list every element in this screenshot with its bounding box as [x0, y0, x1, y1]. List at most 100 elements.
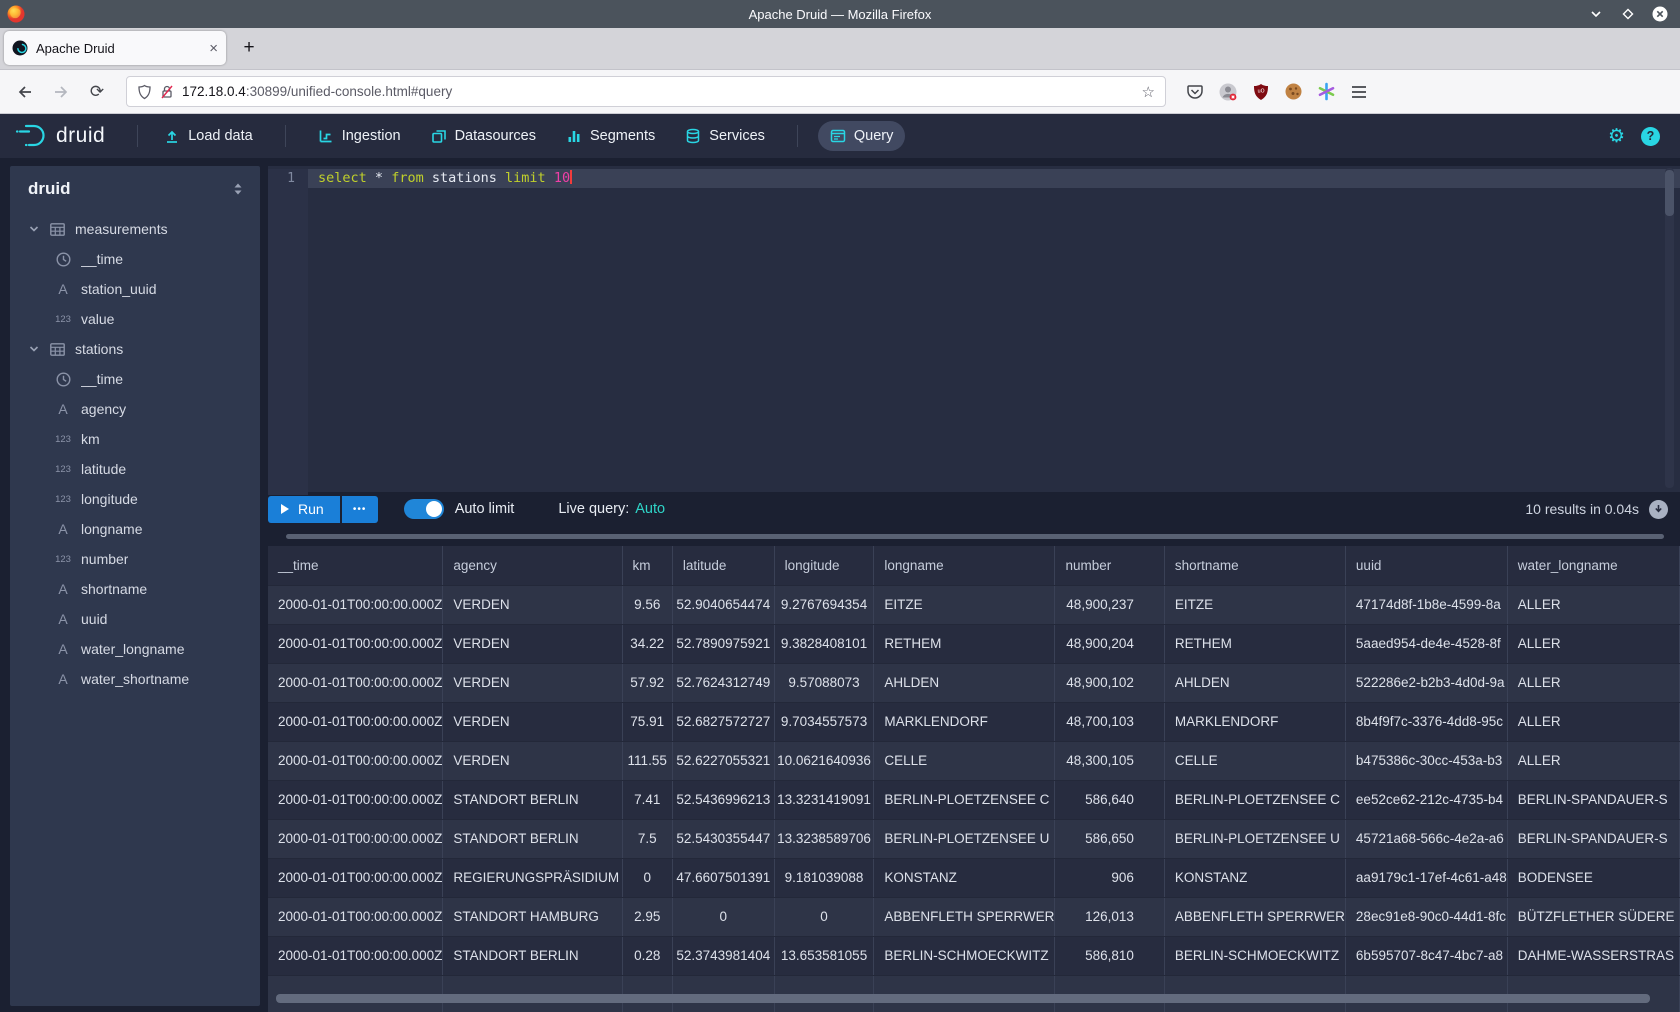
- bookmark-star-icon[interactable]: ☆: [1142, 83, 1155, 101]
- table-cell[interactable]: 111.55: [622, 741, 672, 780]
- table-cell[interactable]: 48,900,204: [1055, 624, 1164, 663]
- back-button[interactable]: [10, 77, 40, 107]
- table-cell[interactable]: 6b595707-8c47-4bc7-a8: [1345, 936, 1507, 975]
- live-query-value[interactable]: Auto: [635, 501, 665, 517]
- table-cell[interactable]: 7.41: [622, 780, 672, 819]
- table-cell[interactable]: 9.3828408101: [774, 624, 874, 663]
- table-cell[interactable]: 48,900,237: [1055, 585, 1164, 624]
- table-cell[interactable]: ABBENFLETH SPERRWER: [1164, 897, 1345, 936]
- table-cell[interactable]: 9.56: [622, 585, 672, 624]
- table-cell[interactable]: 9.2767694354: [774, 585, 874, 624]
- sidebar-field-__time[interactable]: __time: [10, 244, 260, 274]
- table-cell[interactable]: 5aaed954-de4e-4528-8f: [1345, 624, 1507, 663]
- table-cell[interactable]: BERLIN-SPANDAUER-S: [1507, 819, 1679, 858]
- table-cell[interactable]: 34.22: [622, 624, 672, 663]
- table-cell[interactable]: b475386c-30cc-453a-b3: [1345, 741, 1507, 780]
- table-cell[interactable]: 522286e2-b2b3-4d0d-9a: [1345, 663, 1507, 702]
- table-cell[interactable]: KONSTANZ: [874, 858, 1055, 897]
- editor-scrollbar-thumb[interactable]: [1665, 170, 1674, 216]
- window-minimize-button[interactable]: [1588, 6, 1604, 22]
- nav-load-data[interactable]: Load data: [152, 121, 265, 151]
- table-cell[interactable]: 9.7034557573: [774, 702, 874, 741]
- cookie-extension-icon[interactable]: [1284, 82, 1303, 101]
- table-cell[interactable]: BERLIN-SCHMOECKWITZ: [1164, 936, 1345, 975]
- column-header-km[interactable]: km: [622, 546, 672, 585]
- nav-ingestion[interactable]: Ingestion: [306, 121, 413, 151]
- url-text[interactable]: 172.18.0.4:30899/unified-console.html#qu…: [182, 84, 1134, 99]
- results-hscrollbar-thumb[interactable]: [276, 994, 1650, 1003]
- table-cell[interactable]: 10.0621640936: [774, 741, 874, 780]
- settings-gear-icon[interactable]: ⚙: [1608, 125, 1625, 148]
- tab-apache-druid[interactable]: Apache Druid ×: [4, 31, 226, 65]
- table-cell[interactable]: 586,810: [1055, 936, 1164, 975]
- table-cell[interactable]: STANDORT BERLIN: [443, 819, 622, 858]
- table-cell[interactable]: ee52ce62-212c-4735-b4: [1345, 780, 1507, 819]
- table-cell[interactable]: ABBENFLETH SPERRWER: [874, 897, 1055, 936]
- table-cell[interactable]: ALLER: [1507, 741, 1679, 780]
- table-cell[interactable]: 0: [774, 897, 874, 936]
- table-cell[interactable]: 48,700,103: [1055, 702, 1164, 741]
- table-cell[interactable]: AHLDEN: [1164, 663, 1345, 702]
- table-cell[interactable]: ALLER: [1507, 585, 1679, 624]
- table-cell[interactable]: VERDEN: [443, 585, 622, 624]
- editor-scrollbar-track[interactable]: [1665, 168, 1674, 488]
- table-cell[interactable]: MARKLENDORF: [1164, 702, 1345, 741]
- table-cell[interactable]: STANDORT BERLIN: [443, 780, 622, 819]
- table-cell[interactable]: 0: [672, 897, 774, 936]
- table-cell[interactable]: 52.6227055321: [672, 741, 774, 780]
- table-cell[interactable]: 52.9040654474: [672, 585, 774, 624]
- sidebar-field-uuid[interactable]: Auuid: [10, 604, 260, 634]
- sidebar-field-agency[interactable]: Aagency: [10, 394, 260, 424]
- table-cell[interactable]: 13.3238589706: [774, 819, 874, 858]
- run-more-button[interactable]: •••: [342, 496, 378, 523]
- column-header-agency[interactable]: agency: [443, 546, 622, 585]
- table-cell[interactable]: 52.6827572727: [672, 702, 774, 741]
- table-cell[interactable]: 13.3231419091: [774, 780, 874, 819]
- column-header-number[interactable]: number: [1055, 546, 1164, 585]
- shield-permissions-icon[interactable]: [137, 84, 152, 100]
- table-cell[interactable]: 2.95: [622, 897, 672, 936]
- table-cell[interactable]: 52.7624312749: [672, 663, 774, 702]
- table-cell[interactable]: 75.91: [622, 702, 672, 741]
- table-cell[interactable]: AHLDEN: [874, 663, 1055, 702]
- table-cell[interactable]: 57.92: [622, 663, 672, 702]
- extension-asterisk-icon[interactable]: [1317, 82, 1336, 101]
- table-cell[interactable]: 2000-01-01T00:00:00.000Z: [268, 663, 443, 702]
- table-cell[interactable]: VERDEN: [443, 624, 622, 663]
- insecure-lock-icon[interactable]: [160, 84, 174, 100]
- sidebar-field-shortname[interactable]: Ashortname: [10, 574, 260, 604]
- hamburger-menu-icon[interactable]: [1350, 84, 1368, 100]
- column-header-uuid[interactable]: uuid: [1345, 546, 1507, 585]
- editor-hscrollbar-thumb[interactable]: [286, 534, 1664, 539]
- forward-button[interactable]: [46, 77, 76, 107]
- nav-datasources[interactable]: Datasources: [419, 121, 548, 151]
- table-cell[interactable]: CELLE: [874, 741, 1055, 780]
- table-cell[interactable]: BÜTZFLETHER SÜDERE: [1507, 897, 1679, 936]
- tab-close-icon[interactable]: ×: [209, 41, 218, 56]
- sidebar-field-water_shortname[interactable]: Awater_shortname: [10, 664, 260, 694]
- window-close-button[interactable]: [1652, 6, 1668, 22]
- table-cell[interactable]: BERLIN-SCHMOECKWITZ: [874, 936, 1055, 975]
- table-cell[interactable]: 52.3743981404: [672, 936, 774, 975]
- table-cell[interactable]: 52.5430355447: [672, 819, 774, 858]
- chevron-down-icon[interactable]: [27, 223, 41, 235]
- table-cell[interactable]: 126,013: [1055, 897, 1164, 936]
- table-cell[interactable]: 52.5436996213: [672, 780, 774, 819]
- column-header-water_longname[interactable]: water_longname: [1507, 546, 1679, 585]
- nav-query[interactable]: Query: [818, 121, 906, 151]
- table-cell[interactable]: EITZE: [1164, 585, 1345, 624]
- table-cell[interactable]: BERLIN-PLOETZENSEE U: [874, 819, 1055, 858]
- table-cell[interactable]: MARKLENDORF: [874, 702, 1055, 741]
- table-cell[interactable]: RETHEM: [874, 624, 1055, 663]
- query-editor[interactable]: 1 select * from stations limit 10: [268, 166, 1680, 492]
- table-cell[interactable]: 2000-01-01T00:00:00.000Z: [268, 585, 443, 624]
- table-cell[interactable]: VERDEN: [443, 741, 622, 780]
- table-cell[interactable]: 9.57088073: [774, 663, 874, 702]
- table-cell[interactable]: CELLE: [1164, 741, 1345, 780]
- table-cell[interactable]: 2000-01-01T00:00:00.000Z: [268, 741, 443, 780]
- nav-services[interactable]: Services: [673, 121, 777, 151]
- table-cell[interactable]: 48,900,102: [1055, 663, 1164, 702]
- table-cell[interactable]: 9.181039088: [774, 858, 874, 897]
- table-cell[interactable]: KONSTANZ: [1164, 858, 1345, 897]
- sidebar-field-latitude[interactable]: 123latitude: [10, 454, 260, 484]
